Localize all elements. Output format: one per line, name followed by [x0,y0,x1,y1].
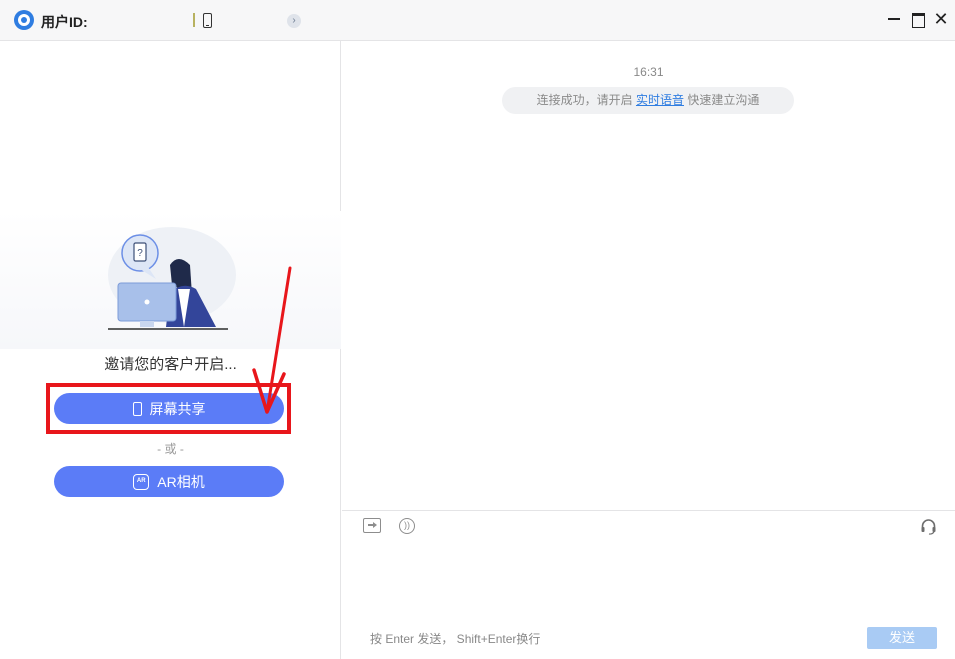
system-message: 连接成功，请开启 实时语音 快速建立沟通 [502,87,794,114]
app-window: 用户ID: › ✕ ? 邀请您的客户开启... 屏幕共享 - 或 - AR AR… [0,0,955,659]
customer-service-illustration: ? [108,227,236,330]
left-panel: ? 邀请您的客户开启... 屏幕共享 - 或 - AR AR相机 [0,41,341,659]
headset-icon[interactable] [920,518,937,535]
chat-panel: 16:31 连接成功，请开启 实时语音 快速建立沟通 [342,41,955,510]
minimize-icon[interactable] [886,10,904,28]
system-message-prefix: 连接成功，请开启 [536,93,633,107]
user-id-label: 用户ID: [41,14,88,30]
bubble-question-text: ? [137,248,143,259]
ar-icon: AR [133,473,150,490]
phone-icon [203,13,212,28]
ar-camera-button[interactable]: AR AR相机 [54,466,284,497]
red-arrow-annotation [252,266,292,414]
screen-share-label: 屏幕共享 [149,400,206,417]
title-bar: 用户ID: › ✕ [0,0,955,41]
arrow-circle-icon[interactable]: › [287,14,301,28]
close-icon[interactable]: ✕ [932,10,950,28]
title-separator [193,13,195,27]
message-timestamp: 16:31 [633,65,664,79]
message-input-area[interactable]: )) 按 Enter 发送， Shift+Enter换行 发送 [342,510,955,659]
realtime-voice-link[interactable]: 实时语音 [636,93,684,107]
voice-icon[interactable]: )) [399,518,415,534]
system-message-suffix: 快速建立沟通 [687,93,760,107]
file-transfer-icon[interactable] [363,518,381,533]
or-separator: - 或 - [157,442,184,456]
send-hint-text: 按 Enter 发送， Shift+Enter换行 [370,632,541,646]
send-button[interactable]: 发送 [867,627,937,649]
maximize-icon[interactable] [909,10,927,28]
phone-icon [132,401,142,416]
app-logo-icon [14,10,34,30]
ar-camera-label: AR相机 [157,473,205,490]
